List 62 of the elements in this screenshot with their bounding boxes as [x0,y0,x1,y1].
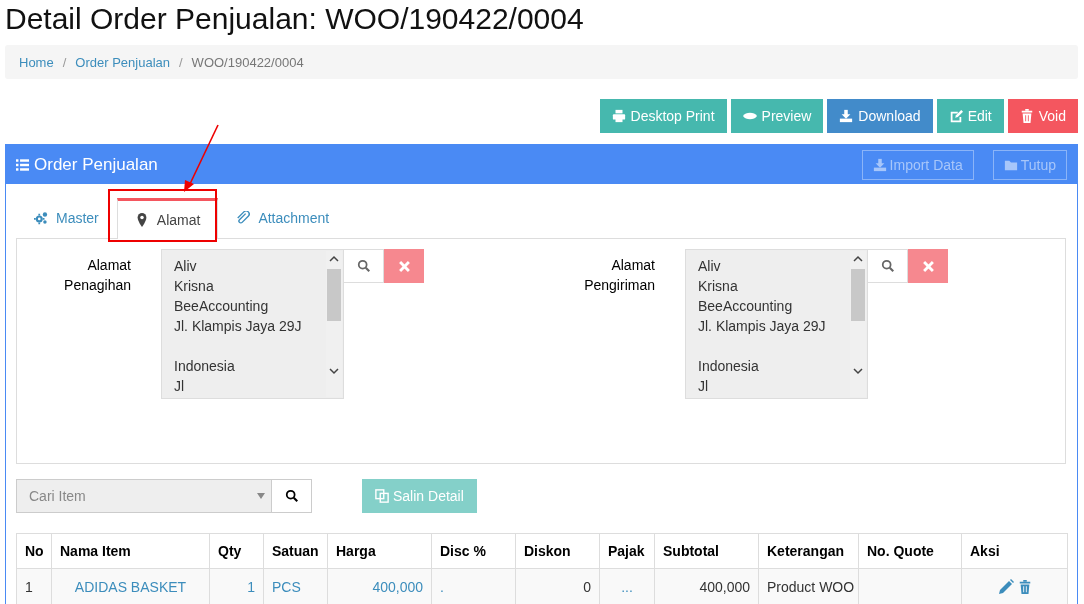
download-icon [839,109,854,123]
cell-link[interactable]: ... [621,579,633,595]
close-icon [398,260,410,272]
caret-icon [257,493,265,499]
gears-icon [34,210,48,225]
address-field[interactable]: Aliv Krisna BeeAccounting Jl. Klampis Jaya 29J Indonesia Jl [685,249,868,399]
item-select[interactable]: Cari Item [16,479,272,513]
edit-icon [948,109,963,123]
placeholder-text: Cari Item [29,488,86,504]
page-title: Detail Order Penjualan: WOO/190422/0004 [4,1,585,36]
search-icon [880,259,895,273]
column-header: Aksi [970,543,1000,559]
list-icon [16,158,29,171]
edit-button[interactable]: Edit [936,99,1004,133]
breadcrumb-separator: / [61,54,68,70]
column-header: Disc % [440,543,486,559]
column-header: Nama Item [60,543,131,559]
tab[interactable]: Alamat [116,198,219,239]
preview-button[interactable]: Preview [730,99,824,133]
table-cell: Product WOO [767,579,855,595]
close-icon [922,260,934,272]
breadcrumb-separator: / [178,54,184,70]
column-header: Subtotal [663,543,719,559]
address-label: Alamat Penagihan [63,256,131,295]
column-header: No. Quote [867,543,934,559]
tab[interactable]: Master [16,196,117,238]
column-header: Keterangan [767,543,845,559]
breadcrumb-link[interactable]: Home [19,54,54,70]
breadcrumb-link[interactable]: Order Penjualan [75,54,170,70]
column-header: Pajak [608,543,645,559]
download-icon [872,157,887,172]
trash-icon [1019,109,1034,123]
column-header: No [25,543,44,559]
paperclip-icon [236,210,251,225]
address-label: Alamat Pengiriman [583,256,655,295]
clear-button[interactable] [384,249,424,283]
column-header: Qty [218,543,242,559]
address-field[interactable]: Aliv Krisna BeeAccounting Jl. Klampis Jaya 29J Indonesia Jl [161,249,344,399]
column-header: Satuan [272,543,319,559]
search-button[interactable] [272,479,312,513]
tab[interactable]: Attachment [218,196,348,238]
table-cell: 400,000 [699,579,750,595]
table-cell: 0 [583,579,591,595]
panel-title: Order Penjualan [34,154,158,175]
cell-link[interactable]: PCS [272,579,301,595]
column-header: Diskon [524,543,571,559]
pencil-icon [997,579,1014,595]
trash-icon [1017,579,1032,595]
search-icon [356,259,371,273]
cell-link[interactable]: 1 [247,579,255,595]
annotation-arrow [181,124,221,194]
clear-button[interactable] [908,249,948,283]
cell-link[interactable]: . [440,579,444,595]
table-cell: 1 [25,579,33,595]
copy-icon [375,489,389,503]
void-button[interactable]: Void [1007,99,1078,133]
column-header: Harga [336,543,376,559]
search-icon [284,489,299,503]
printer-icon [611,109,626,123]
download-button[interactable]: Download [827,99,933,133]
print-button[interactable]: Desktop Print [599,99,727,133]
breadcrumb-current: WOO/190422/0004 [191,54,304,70]
